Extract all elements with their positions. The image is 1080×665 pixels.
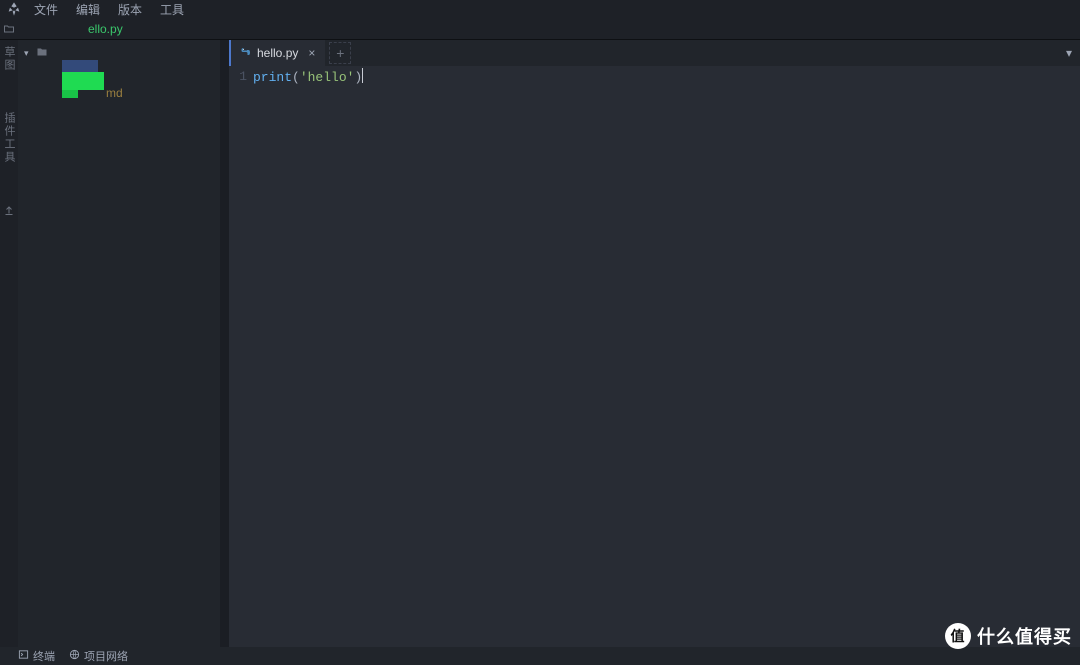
dock-network-label: 项目网络 <box>84 648 128 664</box>
token-paren-open: ( <box>292 70 300 85</box>
workspace: 草图 插件工具 ▾ md <box>0 40 1080 647</box>
tab-overflow-icon[interactable]: ▾ <box>1058 46 1080 60</box>
activity-upload-icon[interactable] <box>3 204 15 219</box>
code-text[interactable]: print('hello') <box>253 68 1080 647</box>
chevron-down-icon: ▾ <box>24 48 33 59</box>
close-icon[interactable]: × <box>308 46 315 60</box>
token-function: print <box>253 70 292 85</box>
text-cursor <box>362 68 363 83</box>
activity-bar: 草图 插件工具 <box>0 40 18 647</box>
open-file-label[interactable]: ello.py <box>88 22 123 36</box>
dock-terminal[interactable]: 终端 <box>18 648 55 664</box>
activity-item-plugins[interactable]: 插件工具 <box>1 112 17 164</box>
code-area[interactable]: 1 print('hello') <box>229 66 1080 647</box>
dock-network[interactable]: 项目网络 <box>69 648 128 664</box>
add-tab-button[interactable]: + <box>329 42 351 64</box>
redacted-block <box>62 90 78 98</box>
file-tree-sidebar: ▾ md <box>18 40 220 647</box>
folder-open-icon[interactable] <box>0 23 18 35</box>
network-icon <box>69 649 80 663</box>
menu-bar: 文件 编辑 版本 工具 <box>0 0 1080 18</box>
sidebar-splitter[interactable] <box>220 40 229 647</box>
line-number: 1 <box>229 68 247 86</box>
bottom-dock: 终端 项目网络 <box>0 647 1080 665</box>
menu-tools[interactable]: 工具 <box>160 1 184 18</box>
tree-file-ext-label[interactable]: md <box>106 86 123 100</box>
menu-version[interactable]: 版本 <box>118 1 142 18</box>
activity-item-sketch[interactable]: 草图 <box>1 46 17 72</box>
line-gutter: 1 <box>229 68 253 647</box>
editor-pane: hello.py × + ▾ 1 print('hello') <box>229 40 1080 647</box>
token-paren-close: ) <box>354 70 362 85</box>
tab-hello-py[interactable]: hello.py × <box>229 40 325 66</box>
menu-file[interactable]: 文件 <box>34 1 58 18</box>
menu-edit[interactable]: 编辑 <box>76 1 100 18</box>
tree-root-row[interactable]: ▾ <box>22 44 216 62</box>
redacted-block <box>62 72 104 90</box>
open-file-strip: ello.py <box>0 18 1080 40</box>
dock-terminal-label: 终端 <box>33 648 55 664</box>
token-string: 'hello' <box>300 70 355 85</box>
app-logo-icon <box>6 1 22 17</box>
tab-label: hello.py <box>257 46 298 60</box>
python-file-icon <box>239 47 251 59</box>
tab-bar: hello.py × + ▾ <box>229 40 1080 66</box>
terminal-icon <box>18 649 29 663</box>
folder-icon <box>36 46 50 61</box>
